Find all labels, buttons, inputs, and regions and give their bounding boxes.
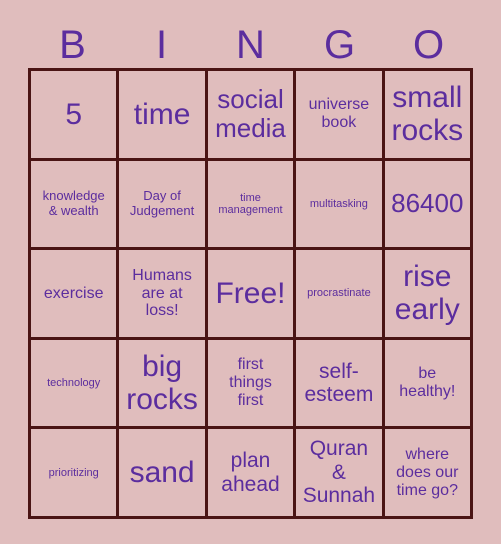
bingo-cell[interactable]: multitasking	[296, 160, 382, 248]
bingo-cell-label: 5	[65, 97, 83, 131]
bingo-cell-label: Free!	[215, 276, 286, 310]
bingo-header-letter-g: G	[323, 23, 356, 67]
bingo-cell-label: be healthy!	[399, 365, 456, 401]
bingo-header-letter-n: N	[236, 23, 265, 67]
bingo-cell[interactable]: technology	[31, 339, 117, 427]
bingo-cell[interactable]: first things first	[207, 339, 294, 427]
bingo-cell[interactable]: knowledge & wealth	[31, 160, 117, 248]
bingo-cell-label: big rocks	[126, 349, 198, 417]
bingo-cell-label: procrastinate	[307, 287, 371, 300]
bingo-header-letter-i: I	[155, 23, 168, 67]
bingo-cell[interactable]: be healthy!	[384, 339, 470, 427]
bingo-cell-label: Day of Judgement	[129, 188, 195, 218]
bingo-cell-label: plan ahead	[221, 449, 280, 496]
bingo-cell[interactable]: Quran & Sunnah	[296, 429, 382, 516]
bingo-cell-label: first things first	[229, 356, 272, 410]
bingo-header-letter-b: B	[59, 23, 86, 67]
bingo-cell-label: self- esteem	[304, 359, 374, 407]
bingo-cell[interactable]: Day of Judgement	[119, 160, 205, 248]
bingo-cell[interactable]: big rocks	[119, 339, 205, 427]
bingo-grid: 5 time social media universe book small …	[28, 68, 473, 519]
bingo-cell[interactable]: prioritizing	[31, 429, 117, 516]
bingo-cell[interactable]: time management	[207, 160, 294, 248]
bingo-cell-free-space[interactable]: Free!	[207, 250, 294, 337]
bingo-header-letter-o: O	[412, 23, 445, 67]
bingo-cell[interactable]: where does our time go?	[384, 429, 470, 516]
bingo-cell-label: universe book	[308, 96, 370, 132]
bingo-cell-label: time	[133, 97, 191, 131]
bingo-cell[interactable]: 5	[31, 71, 117, 158]
bingo-cell[interactable]: 86400	[384, 160, 470, 248]
bingo-cell[interactable]: self- esteem	[296, 339, 382, 427]
bingo-cell-label: knowledge & wealth	[42, 188, 105, 218]
bingo-cell-label: social media	[215, 84, 286, 144]
bingo-cell-label: rise early	[394, 259, 460, 327]
bingo-header-row: B I N G O	[28, 22, 473, 68]
bingo-cell-label: 86400	[391, 188, 464, 219]
bingo-cell-label: Quran & Sunnah	[302, 437, 376, 508]
bingo-cell-label: technology	[47, 376, 101, 389]
bingo-cell-label: Humans are at loss!	[132, 266, 192, 320]
bingo-cell-label: sand	[129, 455, 195, 489]
bingo-cell[interactable]: universe book	[296, 71, 382, 158]
bingo-cell-label: exercise	[43, 284, 104, 302]
bingo-cell[interactable]: rise early	[384, 250, 470, 337]
bingo-cell-label: multitasking	[309, 197, 368, 210]
bingo-cell-label: time management	[218, 191, 283, 216]
bingo-cell[interactable]: procrastinate	[296, 250, 382, 337]
bingo-cell[interactable]: Humans are at loss!	[119, 250, 205, 337]
bingo-cell-label: prioritizing	[48, 466, 99, 479]
bingo-cell[interactable]: time	[119, 71, 205, 158]
bingo-cell-label: small rocks	[391, 80, 464, 148]
bingo-cell[interactable]: plan ahead	[207, 429, 294, 516]
bingo-cell[interactable]: sand	[119, 429, 205, 516]
bingo-cell[interactable]: social media	[207, 71, 294, 158]
bingo-cell[interactable]: exercise	[31, 250, 117, 337]
bingo-cell-label: where does our time go?	[396, 445, 459, 499]
bingo-card: B I N G O 5 time social media universe b…	[0, 0, 501, 544]
bingo-cell[interactable]: small rocks	[384, 71, 470, 158]
